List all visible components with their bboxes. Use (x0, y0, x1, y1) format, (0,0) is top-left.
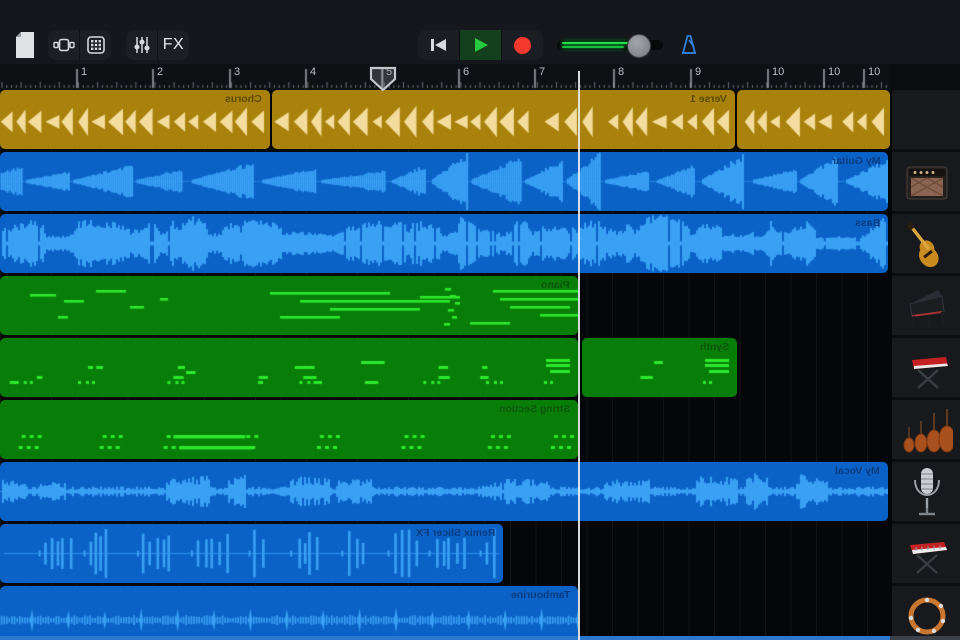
ruler-bar-number: 4 (310, 66, 316, 78)
region-label: Tambourine (511, 589, 570, 601)
ruler-bar-number: 6 (463, 66, 469, 78)
playhead-line[interactable] (578, 71, 580, 640)
ruler-bar-number: 10 (772, 66, 784, 78)
waveform (0, 276, 578, 335)
track-icon-microphone[interactable] (892, 462, 960, 521)
track-row-piano: Piano (0, 276, 890, 335)
ruler-bar-number: 7 (539, 66, 545, 78)
level-meter-bar (562, 46, 624, 49)
next-track-region-edge (0, 636, 890, 640)
region-label: Piano (541, 279, 570, 291)
ruler-bar-number: 10 (828, 66, 840, 78)
ruler-bar-number: 10 (868, 66, 880, 78)
waveform (272, 90, 735, 149)
ruler-bar-number: 1 (81, 66, 87, 78)
track-row-tambourine: Tambourine (0, 586, 890, 640)
transport-controls (418, 30, 543, 60)
fx-button[interactable]: FX (157, 30, 189, 60)
region-label: My Vocal (835, 465, 880, 477)
region-label: Remix Slicer FX (416, 527, 495, 539)
waveform (0, 338, 578, 397)
region-my-guitar[interactable]: My Guitar (0, 152, 888, 211)
track-icon-synth-keyboard[interactable] (892, 338, 960, 397)
rewind-button[interactable] (418, 30, 459, 60)
track-icon-column (890, 90, 960, 640)
ruler-bar-number: 8 (618, 66, 624, 78)
level-meter-bar (562, 42, 628, 45)
track-row-string-section: String Section (0, 400, 890, 459)
waveform (0, 400, 578, 459)
ruler[interactable]: 123456789101010 (0, 64, 890, 90)
next-track-icon-edge (890, 636, 960, 640)
region-label: String Section (499, 403, 570, 415)
region-label: Chorus (225, 93, 262, 105)
track-icon-grand-piano[interactable] (892, 276, 960, 335)
region-remix-slicer-fx[interactable]: Remix Slicer FX (0, 524, 503, 583)
track-row-remix-slicer-fx: Remix Slicer FX (0, 524, 890, 583)
region-verse-1[interactable]: Verse 1 (272, 90, 735, 149)
record-button[interactable] (501, 30, 543, 60)
region-synth[interactable] (0, 338, 578, 397)
region-synth[interactable]: Synth (582, 338, 737, 397)
toolbar: FX (0, 0, 960, 64)
region-label: My Guitar (832, 155, 880, 167)
view-segmented-control (48, 30, 111, 60)
ruler-bar-number: 2 (157, 66, 163, 78)
metronome-button[interactable] (677, 33, 701, 57)
grid-view-button[interactable] (79, 30, 111, 60)
regions-view-button[interactable] (48, 30, 79, 60)
garageband-tracks-view: FX (0, 0, 960, 640)
track-icon-guitar-amp[interactable] (892, 152, 960, 211)
region-label: Bass (855, 217, 880, 229)
slider-knob[interactable] (627, 34, 651, 58)
waveform (0, 152, 888, 211)
track-icon-bass-guitar[interactable] (892, 214, 960, 273)
waveform (0, 586, 578, 640)
track-row-my-vocal: My Vocal (0, 462, 890, 521)
fx-button-label: FX (163, 36, 184, 54)
document-icon[interactable] (14, 31, 36, 59)
ruler-bar-number: 3 (234, 66, 240, 78)
region-drums[interactable] (737, 90, 890, 149)
ruler-ticks (0, 64, 890, 90)
waveform (0, 462, 888, 521)
track-icon-string-section[interactable] (892, 400, 960, 459)
region-label: Verse 1 (690, 93, 727, 105)
track-icon-keyboard[interactable] (892, 524, 960, 583)
track-row-bass: Bass (0, 214, 890, 273)
track-row-synth: Synth (0, 338, 890, 397)
waveform (737, 90, 890, 149)
region-tambourine[interactable]: Tambourine (0, 586, 578, 640)
track-row-my-guitar: My Guitar (0, 152, 890, 211)
region-piano[interactable]: Piano (0, 276, 578, 335)
tracks-area: Chorus Verse 1 My Guitar Bass Piano Synth Stri… (0, 90, 890, 640)
track-row-drums: Chorus Verse 1 (0, 90, 890, 149)
region-bass[interactable]: Bass (0, 214, 888, 273)
ruler-bar-number: 9 (695, 66, 701, 78)
waveform (0, 214, 888, 273)
mixer-fx-segmented-control: FX (126, 30, 189, 60)
track-icon-tambourine[interactable] (892, 586, 960, 640)
region-my-vocal[interactable]: My Vocal (0, 462, 888, 521)
region-chorus[interactable]: Chorus (0, 90, 270, 149)
mixer-sliders-icon[interactable] (126, 30, 157, 60)
record-icon (514, 37, 531, 54)
region-string-section[interactable]: String Section (0, 400, 578, 459)
region-label: Synth (700, 341, 729, 353)
playhead-marker[interactable] (368, 66, 398, 92)
track-icon-empty[interactable] (892, 90, 960, 149)
play-button[interactable] (459, 30, 501, 60)
